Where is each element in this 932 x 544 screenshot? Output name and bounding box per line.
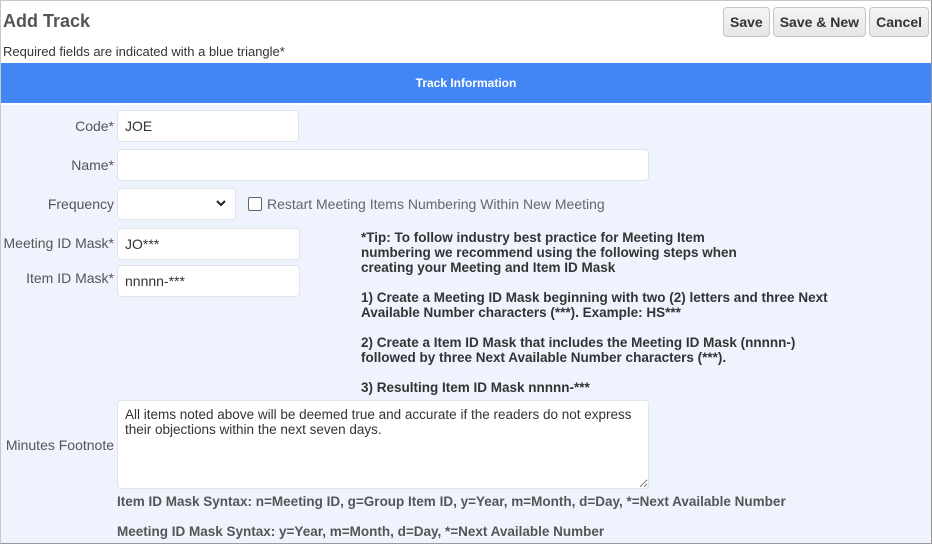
page-title: Add Track [3, 11, 91, 31]
tip-step-2-line: 2) Create a Item ID Mask that includes t… [361, 335, 796, 350]
cancel-button[interactable]: Cancel [869, 7, 929, 37]
tip-intro-line: creating your Meeting and Item ID Mask [361, 260, 616, 275]
restart-numbering-label: Restart Meeting Items Numbering Within N… [267, 196, 605, 212]
tip-step-3: 3) Resulting Item ID Mask nnnnn-*** [361, 380, 590, 395]
minutes-footnote-textarea[interactable]: All items noted above will be deemed tru… [117, 400, 649, 489]
tip-step-1-line: 1) Create a Meeting ID Mask beginning wi… [361, 290, 828, 305]
chevron-down-icon [216, 200, 226, 207]
restart-numbering-option[interactable]: Restart Meeting Items Numbering Within N… [248, 196, 605, 212]
minutes-footnote-label: Minutes Footnote [5, 437, 114, 453]
save-and-new-button[interactable]: Save & New [772, 7, 867, 37]
save-button[interactable]: Save [723, 7, 770, 37]
required-fields-note: Required fields are indicated with a blu… [3, 44, 285, 59]
id-mask-tip: *Tip: To follow industry best practice f… [361, 230, 828, 395]
item-id-mask-input[interactable] [117, 265, 300, 297]
name-input[interactable] [117, 149, 649, 181]
tip-step-1-line: Available Number characters (***). Examp… [361, 305, 681, 320]
frequency-label: Frequency [47, 196, 114, 212]
add-track-window: Add Track Required fields are indicated … [0, 0, 932, 544]
tip-intro-line: numbering we recommend using the followi… [361, 245, 737, 260]
meeting-id-mask-input[interactable] [117, 228, 300, 260]
section-title: Track Information [415, 76, 517, 90]
meeting-id-mask-syntax: Meeting ID Mask Syntax: y=Year, m=Month,… [117, 524, 605, 539]
meeting-id-mask-label: Meeting ID Mask* [3, 235, 114, 251]
item-id-mask-syntax: Item ID Mask Syntax: n=Meeting ID, g=Gro… [117, 494, 786, 509]
section-header-track-information: Track Information [1, 63, 931, 103]
name-label: Name* [71, 157, 114, 173]
tip-intro-line: *Tip: To follow industry best practice f… [361, 230, 705, 245]
action-buttons: Save Save & New Cancel [723, 7, 929, 37]
frequency-select[interactable] [117, 188, 236, 220]
code-label: Code* [75, 118, 114, 134]
code-input[interactable] [117, 110, 299, 142]
restart-numbering-checkbox[interactable] [248, 197, 262, 211]
tip-step-2-line: followed by three Next Available Number … [361, 350, 727, 365]
item-id-mask-label: Item ID Mask* [26, 270, 114, 286]
